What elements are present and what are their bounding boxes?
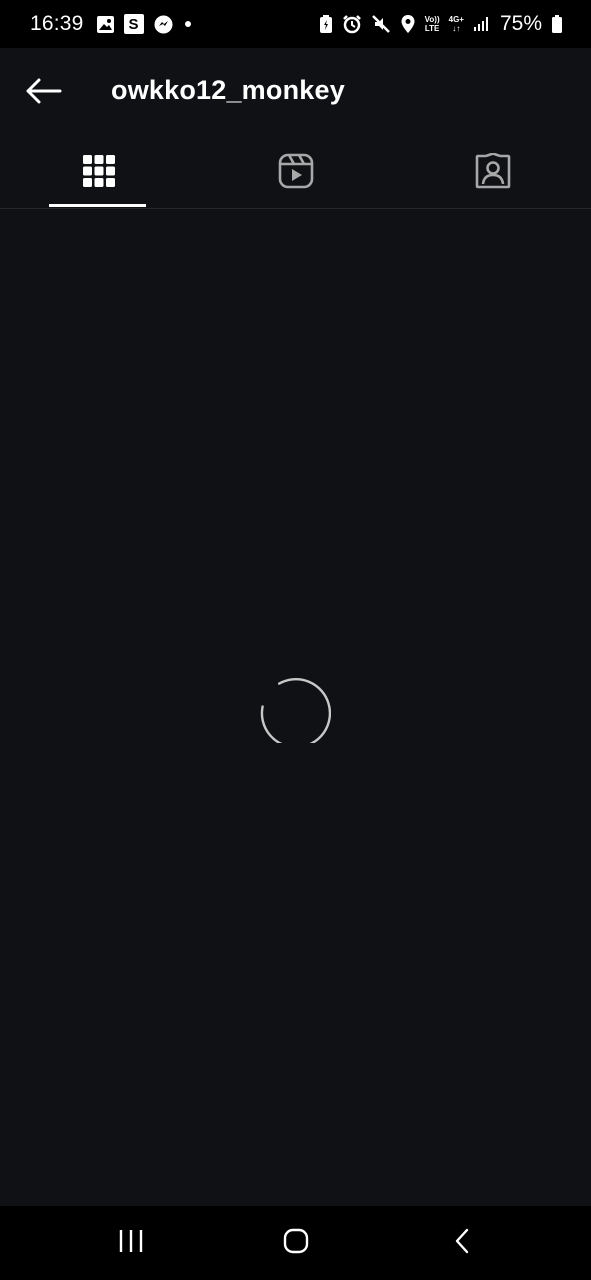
volte-bottom: LTE xyxy=(424,24,440,33)
recents-button[interactable] xyxy=(91,1206,171,1280)
reels-icon xyxy=(278,153,314,194)
profile-header: owkko12_monkey xyxy=(0,48,591,138)
active-tab-indicator xyxy=(49,204,146,207)
back-chevron-icon xyxy=(454,1228,470,1259)
mute-icon xyxy=(371,14,391,34)
profile-tabs xyxy=(0,138,591,209)
home-icon xyxy=(283,1228,309,1259)
signal-icon xyxy=(473,16,491,32)
status-right: Vo)) LTE 4G+ ↓↑ 75% xyxy=(319,12,563,36)
s-app-icon: S xyxy=(123,14,144,34)
volte-icon: Vo)) LTE xyxy=(425,15,440,33)
system-nav-bar xyxy=(0,1206,591,1280)
status-bar: 16:39 S Vo)) LTE 4G+ ↓↑ 75% xyxy=(0,0,591,48)
tab-posts[interactable] xyxy=(0,138,197,208)
messenger-icon xyxy=(153,14,174,35)
system-back-button[interactable] xyxy=(422,1206,502,1280)
grid-icon xyxy=(82,154,116,193)
loading-spinner xyxy=(259,671,332,749)
home-button[interactable] xyxy=(256,1206,336,1280)
volte-top: Vo)) xyxy=(424,15,440,24)
network-type-icon: 4G+ ↓↑ xyxy=(449,15,464,33)
location-icon xyxy=(400,14,416,34)
status-time: 16:39 xyxy=(30,12,84,35)
alarm-icon xyxy=(342,14,362,34)
profile-username: owkko12_monkey xyxy=(111,75,345,105)
arrow-left-icon xyxy=(24,77,62,110)
tab-reels[interactable] xyxy=(197,138,394,208)
network-bottom: ↓↑ xyxy=(452,24,461,33)
battery-percent: 75% xyxy=(499,12,542,35)
battery-saver-icon xyxy=(319,14,333,34)
gallery-icon xyxy=(96,15,115,34)
tagged-person-icon xyxy=(475,151,511,194)
notification-dot xyxy=(184,21,191,27)
back-button[interactable] xyxy=(22,76,64,110)
network-top: 4G+ xyxy=(448,15,464,24)
recents-icon xyxy=(118,1229,144,1258)
battery-icon xyxy=(551,14,563,34)
status-left: 16:39 S xyxy=(30,12,191,36)
tab-tagged[interactable] xyxy=(394,138,591,208)
